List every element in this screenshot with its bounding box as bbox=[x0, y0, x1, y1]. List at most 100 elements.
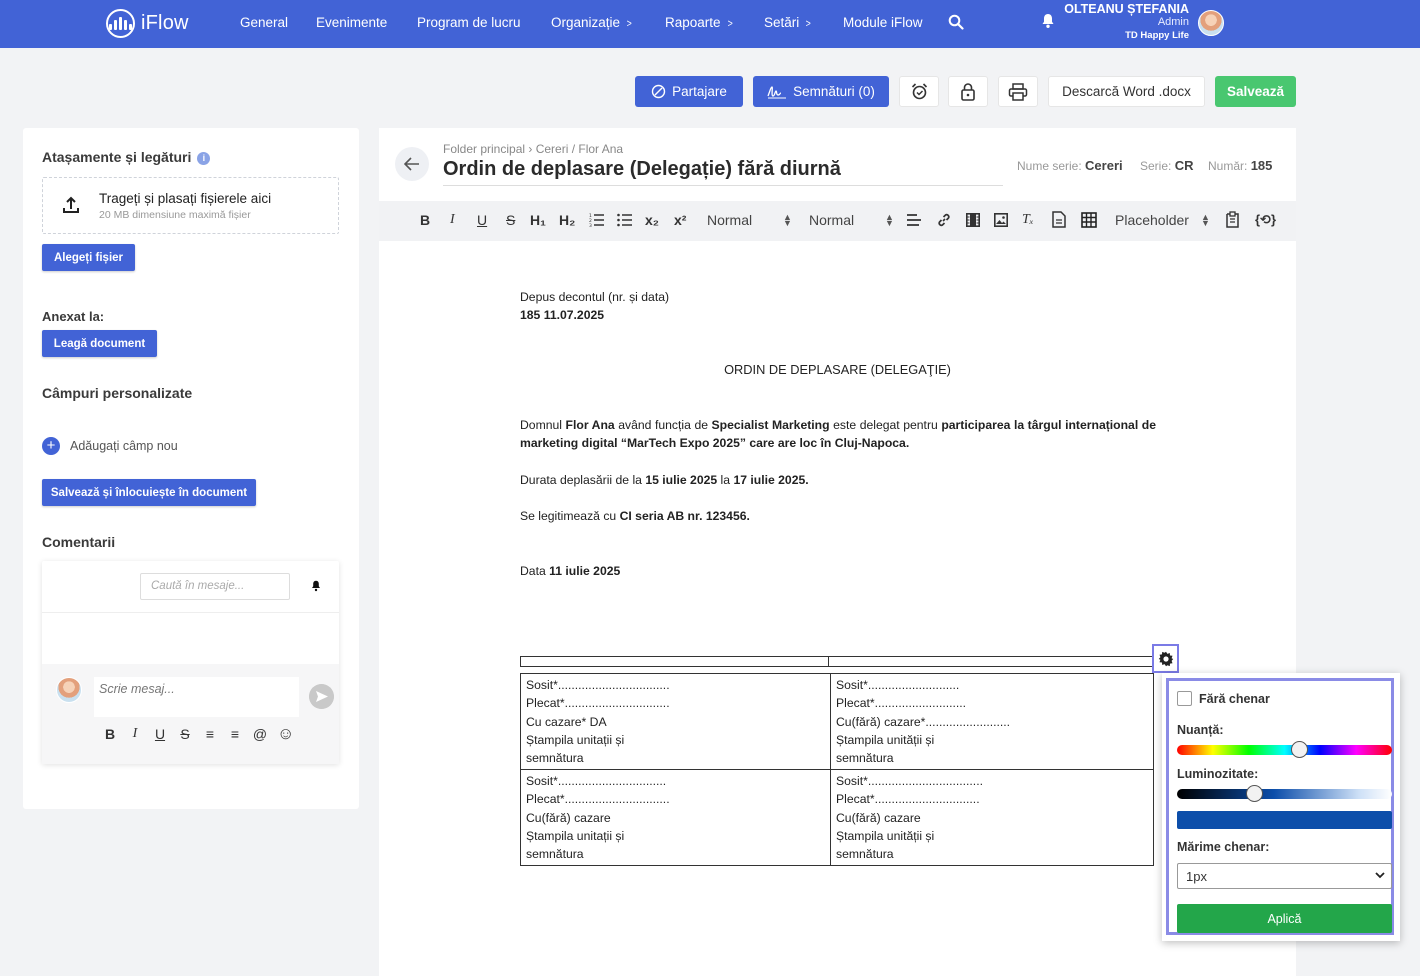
annexed-title: Anexat la: bbox=[42, 309, 105, 324]
mention-tool[interactable]: @ bbox=[252, 726, 268, 742]
popup-frame: Fără chenar Nuanță: Luminozitate: Mărime… bbox=[1166, 678, 1394, 935]
lock-button[interactable] bbox=[948, 76, 988, 107]
border-size-select[interactable]: 1px bbox=[1177, 863, 1392, 889]
underline-button[interactable]: U bbox=[477, 212, 487, 228]
bullet-list-icon[interactable] bbox=[617, 213, 632, 227]
send-icon[interactable] bbox=[309, 684, 334, 709]
comment-composer: Scrie mesaj... B I U S ≡ ≡ @ ☺ bbox=[42, 664, 339, 764]
table-cell[interactable] bbox=[828, 656, 1154, 667]
video-icon[interactable] bbox=[966, 213, 980, 227]
table-cell[interactable]: Sosit*................................. P… bbox=[520, 673, 831, 770]
search-icon[interactable] bbox=[948, 14, 964, 30]
comment-search-input[interactable]: Caută în mesaje... bbox=[140, 573, 290, 600]
document-heading: ORDIN DE DEPLASARE (DELEGAŢIE) bbox=[724, 362, 951, 377]
download-word-button[interactable]: Descarcă Word .docx bbox=[1048, 76, 1205, 107]
signature-table[interactable]: Sosit*................................. P… bbox=[520, 673, 1154, 866]
brightness-slider[interactable] bbox=[1177, 789, 1392, 799]
border-size-label: Mărime chenar: bbox=[1177, 840, 1270, 854]
hue-slider-handle[interactable] bbox=[1291, 741, 1309, 758]
superscript-button[interactable]: x² bbox=[674, 212, 686, 228]
hue-slider[interactable] bbox=[1177, 745, 1392, 755]
nav-organizatie[interactable]: Organizație > bbox=[551, 15, 632, 30]
brightness-label: Luminozitate: bbox=[1177, 767, 1259, 781]
arrow-left-icon bbox=[404, 157, 419, 171]
emoji-tool[interactable]: ☺ bbox=[277, 725, 294, 742]
save-replace-button[interactable]: Salvează și înlocuiește în document bbox=[42, 479, 256, 506]
breadcrumb[interactable]: Folder principal › Cereri / Flor Ana bbox=[443, 142, 623, 156]
apply-button[interactable]: Aplică bbox=[1177, 904, 1392, 933]
reminder-button[interactable] bbox=[899, 76, 939, 107]
user-avatar[interactable] bbox=[1198, 10, 1224, 36]
no-border-label: Fără chenar bbox=[1199, 692, 1270, 706]
comments-title: Comentarii bbox=[42, 534, 116, 550]
nav-setari[interactable]: Setări > bbox=[764, 15, 812, 30]
underline-tool[interactable]: U bbox=[152, 726, 168, 742]
italic-button[interactable]: I bbox=[450, 212, 455, 228]
no-border-checkbox[interactable] bbox=[1177, 691, 1192, 706]
variables-button[interactable]: {⟲} bbox=[1255, 212, 1276, 228]
nav-general[interactable]: General bbox=[240, 15, 288, 30]
user-company: TD Happy Life bbox=[1125, 30, 1189, 41]
clear-format-button[interactable]: Tₓ bbox=[1022, 212, 1034, 228]
document-number: Număr: 185 bbox=[1208, 158, 1273, 173]
series: Serie: CR bbox=[1140, 158, 1194, 173]
file-dropzone[interactable]: Trageți și plasați fișierele aici 20 MB … bbox=[42, 177, 339, 234]
nav-evenimente[interactable]: Evenimente bbox=[316, 15, 387, 30]
share-button[interactable]: Partajare bbox=[635, 76, 743, 107]
user-role: Admin bbox=[1157, 16, 1189, 28]
print-button[interactable] bbox=[998, 76, 1038, 107]
nav-module-iflow[interactable]: Module iFlow bbox=[843, 15, 923, 30]
strike-tool[interactable]: S bbox=[177, 726, 193, 742]
subscript-button[interactable]: x₂ bbox=[645, 212, 659, 228]
document-title[interactable]: Ordin de deplasare (Delegație) fără diur… bbox=[443, 158, 841, 181]
align-icon[interactable] bbox=[907, 214, 921, 227]
table-settings-button[interactable] bbox=[1152, 644, 1179, 673]
bold-button[interactable]: B bbox=[420, 212, 430, 228]
link-document-button[interactable]: Leagă document bbox=[42, 330, 157, 357]
table-row bbox=[520, 656, 1154, 667]
upload-icon bbox=[63, 196, 79, 213]
series-name: Nume serie: Cereri bbox=[1017, 158, 1123, 173]
paragraph-delegate: Domnul Flor Ana având funcția de Special… bbox=[520, 418, 1156, 450]
iflow-logo[interactable]: iFlow bbox=[106, 9, 189, 38]
table-row: Sosit*................................. P… bbox=[520, 673, 1154, 770]
placeholder-select[interactable]: Placeholder ▲ ▼ bbox=[1115, 212, 1211, 228]
comments-divider bbox=[42, 612, 339, 613]
ordered-list-icon[interactable]: 123 bbox=[589, 213, 604, 227]
message-input[interactable]: Scrie mesaj... bbox=[94, 677, 299, 717]
heading1-button[interactable]: H₁ bbox=[530, 212, 546, 228]
brightness-slider-handle[interactable] bbox=[1245, 785, 1263, 802]
back-button[interactable] bbox=[395, 147, 429, 181]
font-size-select[interactable]: Normal ▲ ▼ bbox=[707, 212, 792, 228]
user-info[interactable]: OLTEANU ȘTEFANIA Admin TD Happy Life bbox=[1064, 3, 1189, 42]
top-navbar: iFlow General Evenimente Program de lucr… bbox=[0, 0, 1420, 48]
document-icon[interactable] bbox=[1052, 211, 1066, 228]
info-icon[interactable]: i bbox=[197, 152, 211, 165]
table-cell[interactable] bbox=[520, 656, 829, 667]
ordered-list-tool[interactable]: ≡ bbox=[202, 726, 218, 742]
table-cell[interactable]: Sosit*........................... Plecat*… bbox=[830, 673, 1154, 770]
header-table[interactable] bbox=[520, 656, 1154, 667]
table-cell[interactable]: Sosit*................................ Pl… bbox=[520, 769, 831, 866]
color-preview bbox=[1177, 811, 1392, 829]
heading2-button[interactable]: H₂ bbox=[559, 212, 575, 228]
bullet-list-tool[interactable]: ≡ bbox=[227, 726, 243, 742]
link-icon[interactable] bbox=[936, 212, 952, 228]
strike-button[interactable]: S bbox=[506, 212, 515, 228]
chevron-down-icon bbox=[1375, 872, 1385, 879]
bold-tool[interactable]: B bbox=[102, 726, 118, 742]
signatures-button[interactable]: Semnături (0) bbox=[753, 76, 889, 107]
table-icon[interactable] bbox=[1081, 212, 1097, 228]
template-icon[interactable] bbox=[1225, 211, 1240, 228]
choose-file-button[interactable]: Alegeți fișier bbox=[42, 244, 135, 271]
add-field-button[interactable]: + Adăugați câmp nou bbox=[42, 437, 178, 455]
nav-rapoarte[interactable]: Rapoarte > bbox=[665, 15, 733, 30]
bell-icon[interactable] bbox=[1041, 13, 1055, 29]
notification-bell-icon[interactable] bbox=[311, 580, 321, 592]
nav-program-de-lucru[interactable]: Program de lucru bbox=[417, 15, 521, 30]
save-button[interactable]: Salvează bbox=[1215, 76, 1296, 107]
table-cell[interactable]: Sosit*..................................… bbox=[830, 769, 1154, 866]
italic-tool[interactable]: I bbox=[127, 726, 143, 742]
font-family-select[interactable]: Normal ▲ ▼ bbox=[809, 212, 894, 228]
image-icon[interactable] bbox=[994, 213, 1008, 227]
